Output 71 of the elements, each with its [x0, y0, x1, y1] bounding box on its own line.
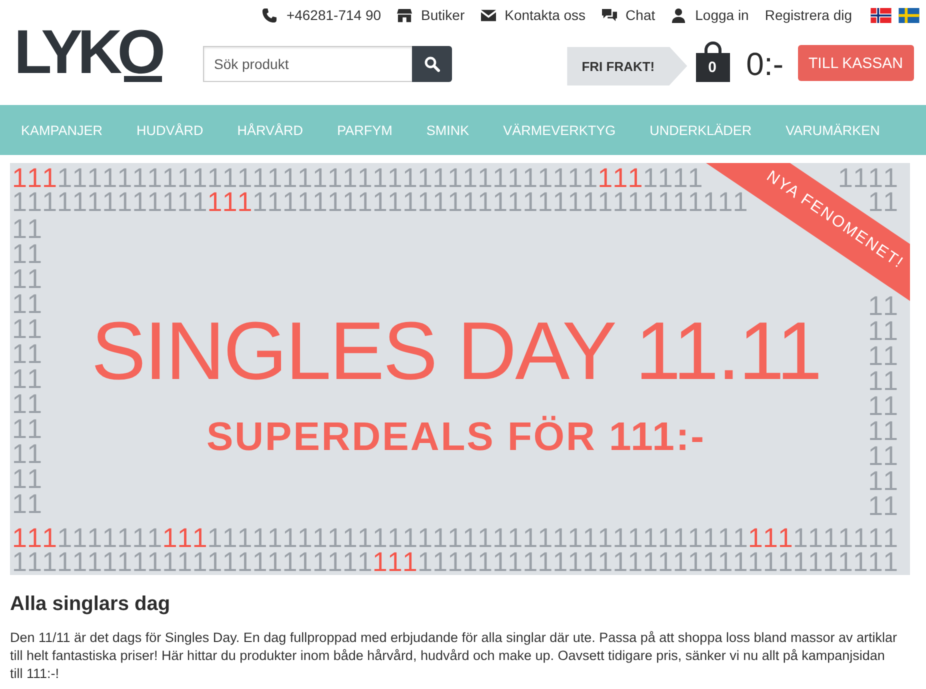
user-icon [671, 8, 686, 22]
digit-pattern: 111 [162, 526, 208, 550]
digit-pattern: 111 [12, 166, 58, 190]
digit-pattern: 11 [12, 417, 42, 442]
digit-pattern: 11 [868, 494, 898, 519]
envelope-icon [480, 8, 496, 22]
digit-pattern: 11 [12, 392, 42, 417]
digit-pattern: 111 [748, 526, 793, 550]
banner-title: SINGLES DAY 11.11 [91, 311, 821, 393]
digit-pattern: 11 [12, 367, 42, 392]
nav-link[interactable]: KAMPANJER [21, 122, 103, 138]
nav-link[interactable]: PARFYM [337, 122, 392, 138]
search-icon [424, 56, 440, 72]
contact-link[interactable]: Kontakta oss [480, 7, 586, 23]
digit-pattern: 111 [207, 190, 252, 214]
sweden-flag-icon[interactable] [898, 8, 920, 22]
digit-pattern: 111 [12, 526, 58, 550]
digit-pattern: 11111 [792, 526, 868, 550]
digit-pattern: 11 [868, 394, 898, 419]
cart-count: 0 [708, 59, 717, 76]
login-link[interactable]: Logga in [671, 7, 749, 23]
phone-link[interactable]: +46281-714 90 [262, 7, 382, 23]
logo[interactable]: LYKO [14, 23, 161, 83]
article-text: Den 11/11 är det dags för Singles Day. En dag fullproppad med erbjudande för alla singlar där ute. Passa på att shoppa loss bland massor av artiklar till helt fantastiska priser! Här hittar du produkter inom både hårvård, hudvård och make up. Oavsett tidigare pris, sänker vi nu allt på kampanjsidan till 111:-! [10, 629, 898, 683]
digit-pattern: 1111 [642, 166, 703, 190]
search-field[interactable]: Sök produkt [203, 46, 412, 82]
digit-pattern: 11 [868, 526, 898, 550]
digit-pattern: 11 [868, 419, 898, 444]
norway-flag-icon[interactable] [870, 8, 892, 22]
free-shipping-tag: FRI FRAKT! [567, 46, 688, 86]
digit-pattern: 11 [868, 344, 898, 369]
digit-pattern: 11 [868, 319, 898, 344]
digit-pattern: 11 [868, 369, 898, 394]
nav-link[interactable]: VARUMÄRKEN [786, 122, 880, 138]
digit-pattern: 111 [598, 166, 643, 190]
digit-pattern: 11 [12, 317, 42, 342]
digit-pattern: 1111111111111 [12, 190, 208, 214]
digit-pattern: 1111111 [57, 526, 162, 550]
stores-link[interactable]: Butiker [397, 7, 465, 23]
digit-pattern: 11 [868, 444, 898, 469]
nav-link[interactable]: HÅRVÅRD [237, 122, 304, 138]
digit-pattern: 11 [12, 467, 42, 492]
chat-link[interactable]: Chat [602, 7, 656, 23]
cart-total: 0:- [746, 46, 784, 82]
nav-link[interactable]: VÄRMEVERKTYG [503, 122, 616, 138]
shopping-bag-icon[interactable] [696, 40, 730, 82]
digit-pattern: 111111111111111111111111111111111111 [207, 526, 748, 550]
register-link[interactable]: Registrera dig [764, 7, 852, 23]
digit-pattern: 11 [12, 492, 42, 517]
checkout-button[interactable]: TILL KASSAN [798, 45, 914, 81]
digit-pattern: 11111111111111111111111111111111 [417, 550, 898, 574]
nav-link[interactable]: UNDERKLÄDER [650, 122, 752, 138]
phone-icon [262, 8, 278, 22]
digit-pattern: 1111 [838, 166, 898, 190]
digit-pattern: 11 [12, 242, 42, 267]
store-icon [397, 8, 412, 22]
nav-link[interactable]: SMINK [426, 122, 470, 138]
banner-subtitle: SUPERDEALS FÖR 111:- [206, 417, 706, 457]
digit-pattern: 111111111111111111111111111111111111 [57, 166, 598, 190]
digit-pattern: 111 [372, 550, 418, 574]
article-heading: Alla singlars dag [10, 592, 170, 616]
digit-pattern: 11 [12, 217, 42, 242]
digit-pattern: 11 [12, 342, 42, 367]
nav-link[interactable]: HUDVÅRD [136, 122, 204, 138]
digit-pattern: 11 [868, 469, 898, 494]
digit-pattern: 111111111111111111111111 [12, 550, 372, 574]
digit-pattern: 11 [12, 442, 42, 467]
chat-bubbles-icon [602, 8, 617, 22]
digit-pattern: 11 [12, 267, 42, 292]
search-button[interactable] [412, 46, 452, 82]
digit-pattern: 11 [12, 292, 42, 317]
